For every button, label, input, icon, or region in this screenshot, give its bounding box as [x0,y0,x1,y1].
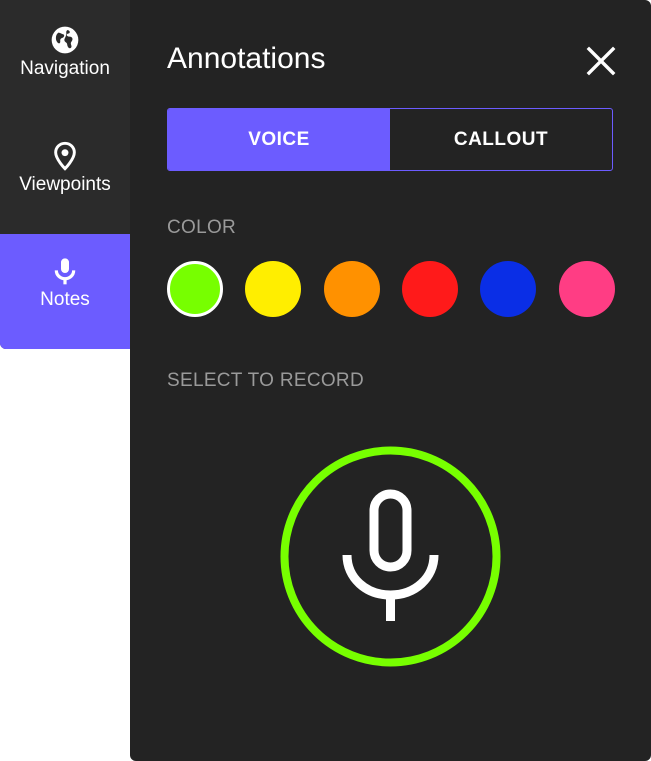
color-swatch-yellow[interactable] [245,261,301,317]
globe-icon [51,26,79,54]
close-icon[interactable] [584,44,618,78]
color-swatch-green[interactable] [167,261,223,317]
sidebar-item-navigation[interactable]: Navigation [0,24,130,118]
annotations-panel: Annotations VOICE CALLOUT COLOR SELECT T… [130,0,651,761]
sidebar-item-viewpoints[interactable]: Viewpoints [0,140,130,234]
microphone-icon [342,489,439,621]
color-picker [167,261,615,317]
annotation-type-toggle: VOICE CALLOUT [167,108,613,171]
page-title: Annotations [167,42,326,75]
microphone-icon [54,258,76,285]
record-section-label: SELECT TO RECORD [167,370,364,391]
tab-callout[interactable]: CALLOUT [390,109,612,170]
sidebar-item-label: Navigation [20,58,110,79]
color-swatch-pink[interactable] [559,261,615,317]
color-swatch-blue[interactable] [480,261,536,317]
color-swatch-orange[interactable] [324,261,380,317]
color-section-label: COLOR [167,217,237,238]
sidebar-item-notes[interactable]: Notes [0,234,130,349]
sidebar-item-label: Notes [40,289,90,310]
tab-voice[interactable]: VOICE [168,109,390,170]
sidebar-item-label: Viewpoints [19,174,111,195]
sidebar: Navigation Viewpoints Notes [0,0,130,349]
color-swatch-red[interactable] [402,261,458,317]
location-pin-icon [54,141,76,171]
record-button[interactable] [278,444,503,669]
record-ring [280,446,501,667]
